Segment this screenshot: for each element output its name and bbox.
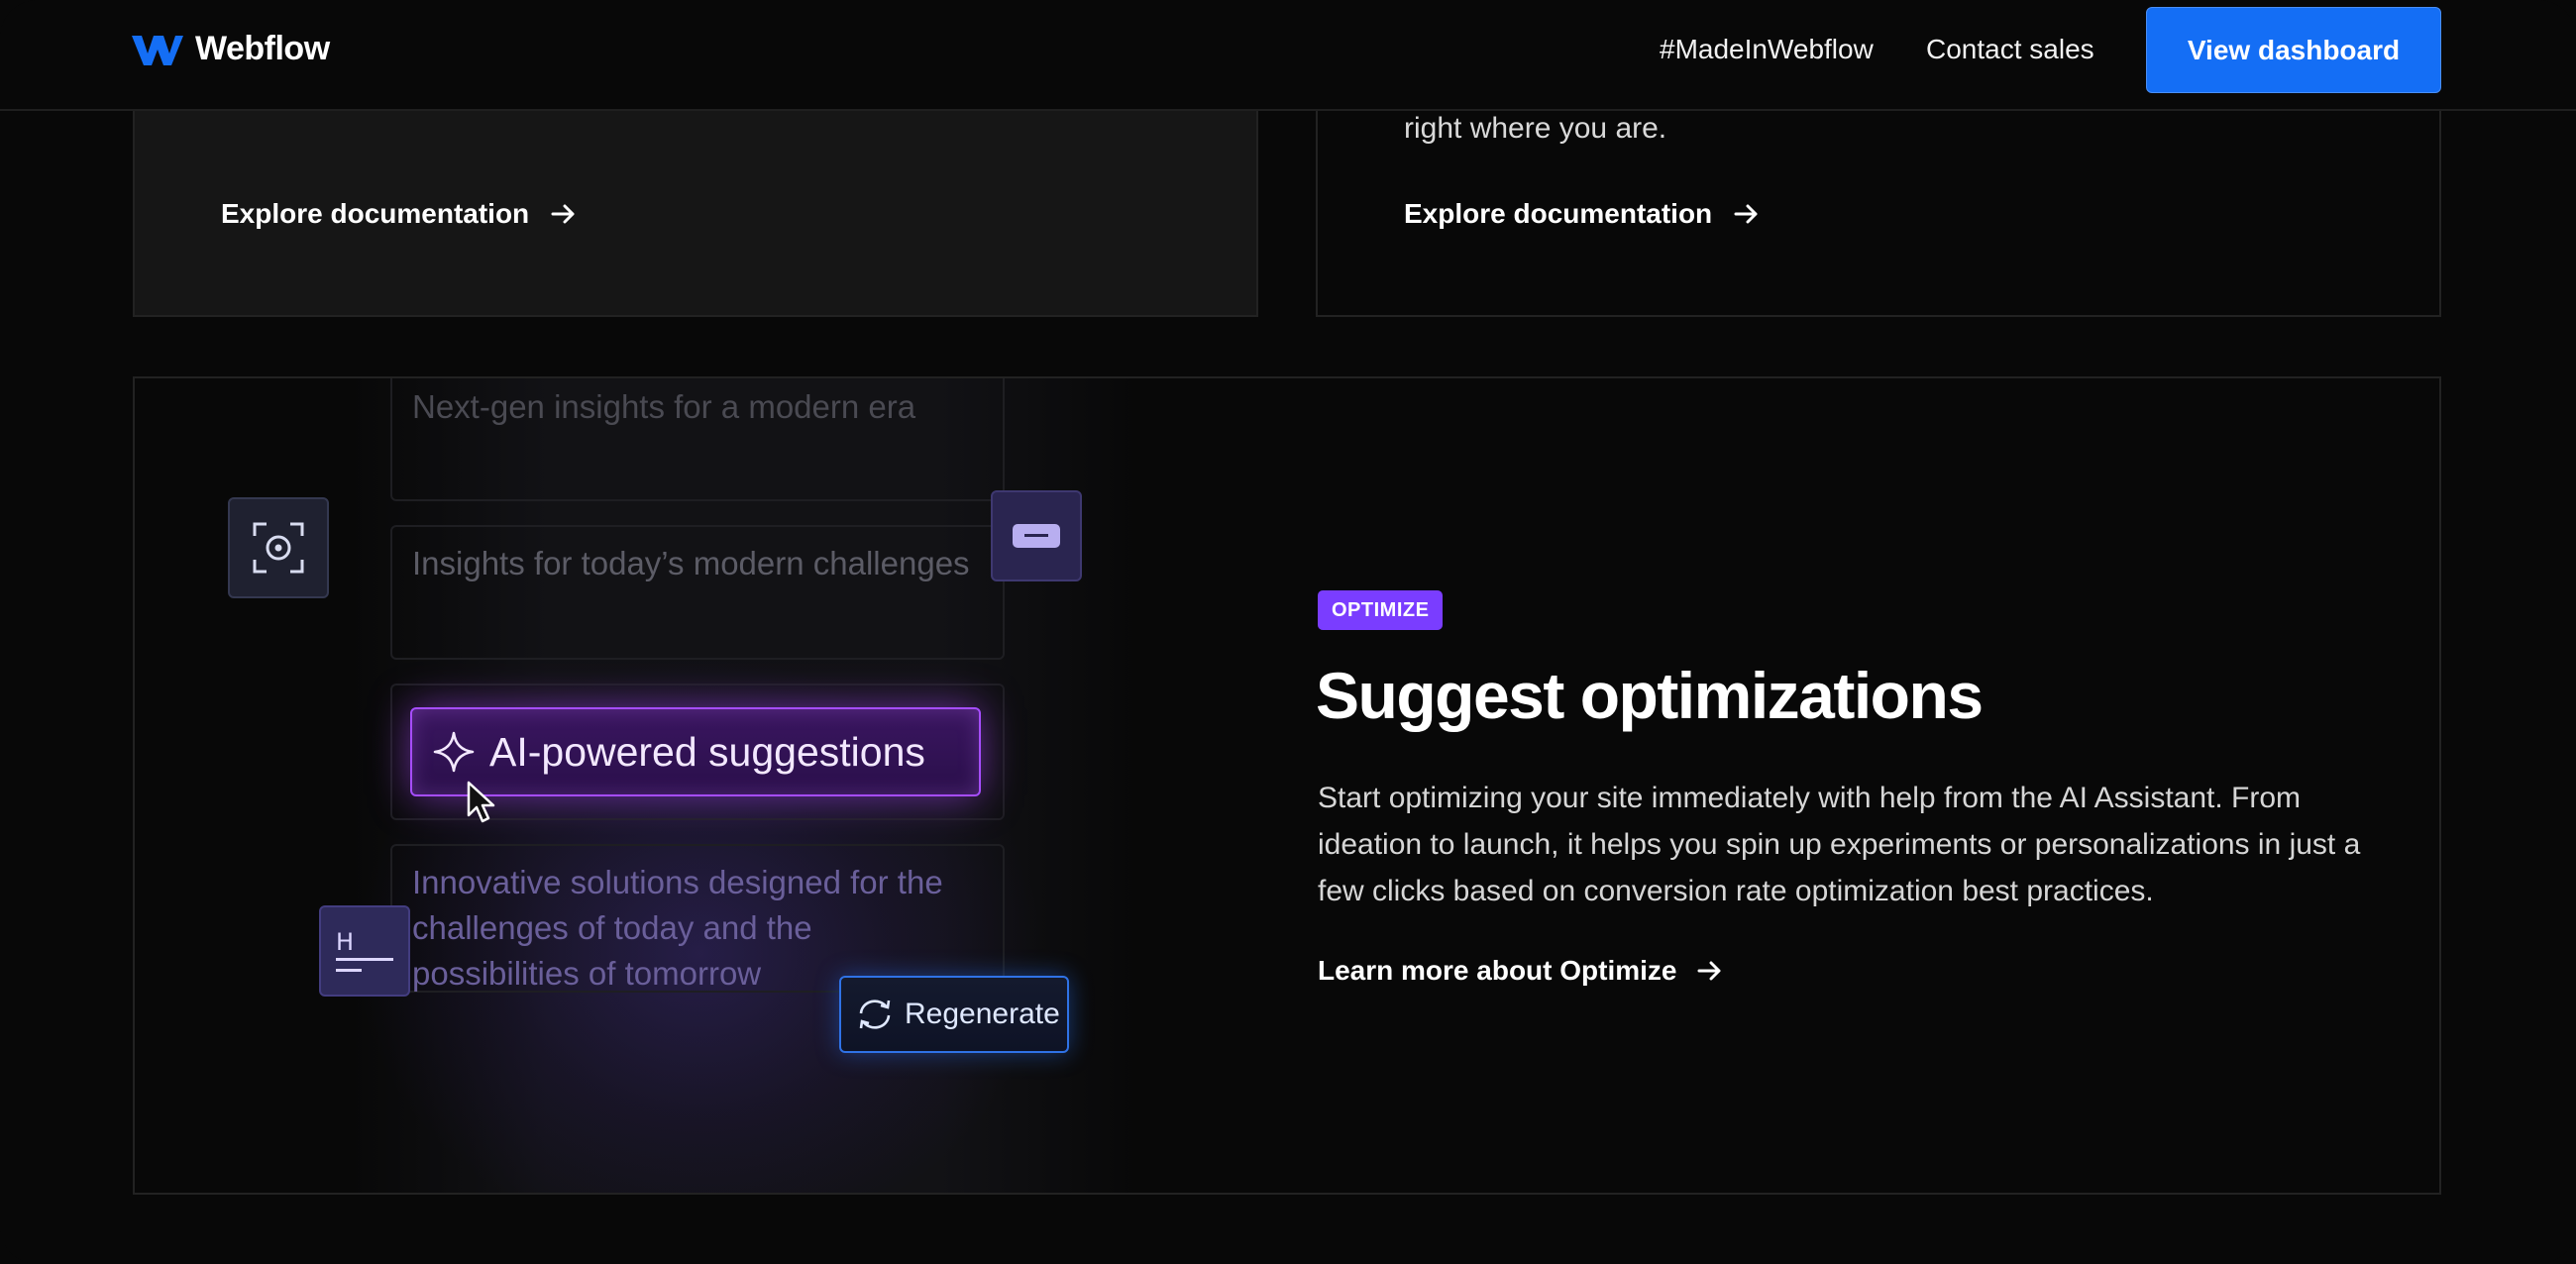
docs-card-right-text: right where you are. (1404, 112, 1667, 145)
page-frame: Webflow #MadeInWebflow Contact sales Vie… (0, 0, 2576, 1264)
nav-link-made-in-webflow[interactable]: #MadeInWebflow (1660, 34, 1874, 65)
regenerate-button[interactable]: Regenerate (839, 976, 1069, 1053)
refresh-icon (859, 1000, 891, 1029)
arrow-right-icon (1697, 961, 1720, 981)
suggestion-text: Insights for today’s modern challenges (412, 545, 970, 581)
feature-title: Suggest optimizations (1316, 659, 1984, 732)
feature-description: Start optimizing your site immediately w… (1318, 782, 2361, 907)
ai-suggestions-label: AI-powered suggestions (489, 728, 925, 775)
minus-icon (1013, 524, 1060, 548)
suggestion-text: Next-gen insights for a modern era (412, 388, 916, 425)
heading-icon: H (336, 928, 393, 972)
nav-link-contact-sales[interactable]: Contact sales (1926, 34, 2094, 65)
optimize-feature-card: Next-gen insights for a modern era Insig… (133, 376, 2441, 1195)
heading-icon-tile: H (319, 905, 410, 997)
webflow-logo-icon (132, 35, 183, 65)
explore-documentation-label: Explore documentation (1404, 198, 1713, 229)
ai-suggestions-illustration: Next-gen insights for a modern era Insig… (135, 378, 1274, 1193)
webflow-logo[interactable]: Webflow (132, 30, 330, 68)
regenerate-label: Regenerate (905, 998, 1060, 1030)
optimize-badge: OPTIMIZE (1318, 590, 1444, 630)
minus-icon-tile (991, 490, 1082, 581)
arrow-right-icon (551, 204, 575, 224)
suggestion-card: Next-gen insights for a modern era (390, 378, 1005, 501)
brand-name: Webflow (195, 30, 330, 67)
learn-more-optimize-link[interactable]: Learn more about Optimize (1318, 955, 1723, 987)
sparkle-icon (433, 731, 475, 773)
explore-documentation-link-left[interactable]: Explore documentation (221, 198, 577, 230)
explore-documentation-link-right[interactable]: Explore documentation (1404, 198, 1760, 230)
suggestion-text: Innovative solutions designed for the ch… (412, 864, 943, 992)
cursor-icon (467, 781, 495, 823)
focus-icon-tile (228, 497, 329, 598)
arrow-right-icon (1734, 204, 1758, 224)
top-nav: Webflow #MadeInWebflow Contact sales Vie… (0, 0, 2576, 111)
focus-icon (253, 522, 304, 574)
learn-more-label: Learn more about Optimize (1318, 955, 1677, 986)
heading-icon-letter: H (336, 928, 354, 956)
suggestion-card: Innovative solutions designed for the ch… (390, 844, 1005, 993)
suggestion-card: Insights for today’s modern challenges (390, 525, 1005, 660)
view-dashboard-button[interactable]: View dashboard (2146, 7, 2441, 93)
explore-documentation-label: Explore documentation (221, 198, 530, 229)
